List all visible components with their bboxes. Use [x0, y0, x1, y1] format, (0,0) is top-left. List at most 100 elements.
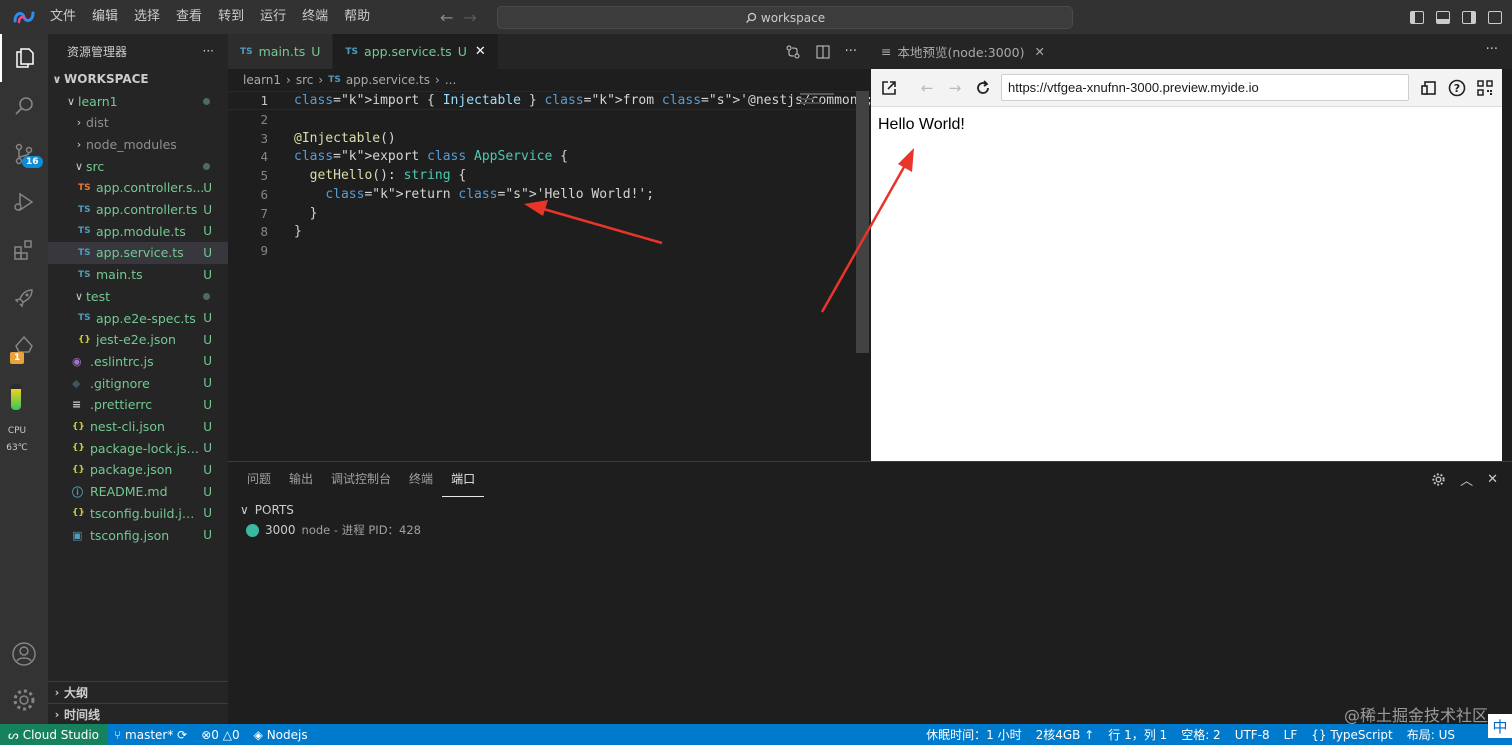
command-center[interactable]: workspace [497, 6, 1073, 29]
menu-terminal[interactable]: 终端 [294, 0, 336, 34]
ime-indicator[interactable]: 中 [1488, 714, 1512, 738]
tree-item[interactable]: {} package.json U [48, 459, 228, 481]
machine-spec[interactable]: 2核4GB ↑ [1029, 726, 1102, 743]
tree-item[interactable]: TS app.e2e-spec.ts U [48, 307, 228, 329]
run-debug-icon[interactable] [0, 178, 48, 226]
tree-item[interactable]: ∨ learn1 [48, 90, 228, 112]
tab-problems[interactable]: 问题 [238, 462, 280, 497]
breadcrumb-item[interactable]: ... [445, 73, 456, 87]
tree-item[interactable]: ≡ .prettierrc U [48, 394, 228, 416]
tree-item[interactable]: › dist [48, 112, 228, 134]
tree-item[interactable]: ⓘ README.md U [48, 481, 228, 503]
chevron-up-icon[interactable]: ︿ [1460, 470, 1473, 489]
reload-icon[interactable] [969, 74, 997, 102]
tree-item[interactable]: TS app.service.ts U [48, 241, 228, 264]
tree-item[interactable]: {} nest-cli.json U [48, 416, 228, 438]
split-editor-icon[interactable] [815, 44, 831, 60]
tree-item[interactable]: ◉ .eslintrc.js U [48, 350, 228, 372]
explorer-icon[interactable] [0, 34, 48, 82]
code-editor[interactable]: 1 class="k">import { Injectable } class="… [228, 91, 873, 461]
tree-item[interactable]: › node_modules [48, 133, 228, 155]
tab-output[interactable]: 输出 [280, 462, 322, 497]
arrow-left-icon[interactable]: ← [440, 8, 453, 27]
customize-layout-icon[interactable] [1488, 10, 1502, 24]
toggle-primary-sidebar-icon[interactable] [1410, 10, 1424, 24]
more-actions-icon[interactable]: ··· [845, 44, 857, 59]
code-line[interactable]: 6 class="k">return class="s">'Hello Worl… [228, 185, 856, 204]
close-icon[interactable]: ✕ [1487, 472, 1498, 487]
open-external-icon[interactable] [875, 74, 903, 102]
tree-item[interactable]: TS app.controller.s... U [48, 177, 228, 199]
tree-item[interactable]: {} tsconfig.build.json U [48, 502, 228, 524]
close-icon[interactable]: ✕ [475, 44, 486, 59]
tab-main-ts[interactable]: TS main.ts U [228, 34, 334, 69]
code-line[interactable]: 2 [228, 110, 856, 129]
tab-ports[interactable]: 端口 [442, 462, 485, 497]
code-line[interactable]: 9 [228, 241, 856, 260]
tab-terminal[interactable]: 终端 [400, 462, 442, 497]
more-actions-icon[interactable]: ··· [203, 44, 214, 58]
preview-content[interactable]: Hello World! [871, 107, 1502, 461]
minimap[interactable] [800, 91, 840, 111]
tree-item[interactable]: ∨ test [48, 285, 228, 307]
rocket-icon[interactable] [0, 274, 48, 322]
cursor-position[interactable]: 行 1，列 1 [1101, 726, 1174, 743]
menu-help[interactable]: 帮助 [336, 0, 378, 34]
search-icon[interactable] [0, 82, 48, 130]
tree-item[interactable]: TS app.module.ts U [48, 220, 228, 242]
code-line[interactable]: 1 class="k">import { Injectable } class="… [228, 91, 873, 110]
line-ending[interactable]: LF [1277, 728, 1305, 742]
timeline-section[interactable]: › 时间线 [48, 703, 228, 725]
language-mode[interactable]: {} TypeScript [1304, 728, 1399, 742]
compare-changes-icon[interactable] [785, 44, 801, 60]
menu-selection[interactable]: 选择 [126, 0, 168, 34]
tree-item[interactable]: ▣ tsconfig.json U [48, 524, 228, 546]
port-row[interactable]: 3000 node - 进程 PID：428 [246, 520, 421, 540]
outline-section[interactable]: › 大纲 [48, 681, 228, 703]
toggle-panel-icon[interactable] [1436, 10, 1450, 24]
gear-icon[interactable] [0, 676, 48, 724]
cloud-icon[interactable]: 1 [0, 322, 48, 370]
workspace-header[interactable]: ∨ WORKSPACE [48, 68, 228, 90]
remote-indicator[interactable]: ᔕ Cloud Studio [0, 724, 108, 745]
source-control-icon[interactable]: 16 [0, 130, 48, 178]
code-line[interactable]: 3 @Injectable() [228, 129, 856, 148]
toggle-secondary-sidebar-icon[interactable] [1462, 10, 1476, 24]
code-line[interactable]: 8} [228, 222, 856, 241]
scrollbar-thumb[interactable] [856, 91, 869, 353]
tree-item[interactable]: TS main.ts U [48, 264, 228, 286]
menu-file[interactable]: 文件 [42, 0, 84, 34]
tree-item[interactable]: ◆ .gitignore U [48, 372, 228, 394]
tab-local-preview[interactable]: ≡ 本地预览(node:3000) ✕ [869, 34, 1057, 69]
breadcrumb-item[interactable]: app.service.ts [346, 73, 430, 87]
tab-debug-console[interactable]: 调试控制台 [322, 462, 400, 497]
more-actions-icon[interactable]: ··· [1486, 42, 1498, 57]
keyboard-layout[interactable]: 布局: US [1400, 726, 1462, 743]
gear-icon[interactable] [1431, 472, 1446, 487]
devices-icon[interactable] [1415, 74, 1443, 102]
tree-item[interactable]: ∨ src [48, 155, 228, 177]
arrow-right-icon[interactable]: → [941, 74, 969, 102]
menu-run[interactable]: 运行 [252, 0, 294, 34]
branch-indicator[interactable]: ⑂ master* ⟳ [107, 728, 194, 742]
menu-edit[interactable]: 编辑 [84, 0, 126, 34]
qr-code-icon[interactable] [1471, 74, 1499, 102]
code-line[interactable]: 5 getHello(): string { [228, 166, 856, 185]
sleep-time[interactable]: 休眠时间：1 小时 [919, 726, 1028, 743]
code-line[interactable]: 4 class="k">export class AppService { [228, 147, 856, 166]
encoding[interactable]: UTF-8 [1228, 728, 1277, 742]
runtime-indicator[interactable]: ◈ Nodejs [247, 728, 315, 742]
arrow-right-icon[interactable]: → [463, 8, 476, 27]
ports-section-header[interactable]: ∨ PORTS [240, 500, 294, 520]
breadcrumb-item[interactable]: learn1 [243, 73, 281, 87]
help-icon[interactable]: ? [1443, 74, 1471, 102]
close-icon[interactable]: ✕ [1034, 44, 1044, 59]
account-icon[interactable] [0, 630, 48, 678]
problems-indicator[interactable]: ⊗0 △0 [194, 728, 246, 742]
menu-view[interactable]: 查看 [168, 0, 210, 34]
arrow-left-icon[interactable]: ← [913, 74, 941, 102]
extensions-icon[interactable] [0, 226, 48, 274]
code-line[interactable]: 7 } [228, 204, 856, 223]
tree-item[interactable]: TS app.controller.ts U [48, 199, 228, 221]
tab-app-service-ts[interactable]: TS app.service.ts U ✕ [333, 34, 499, 69]
